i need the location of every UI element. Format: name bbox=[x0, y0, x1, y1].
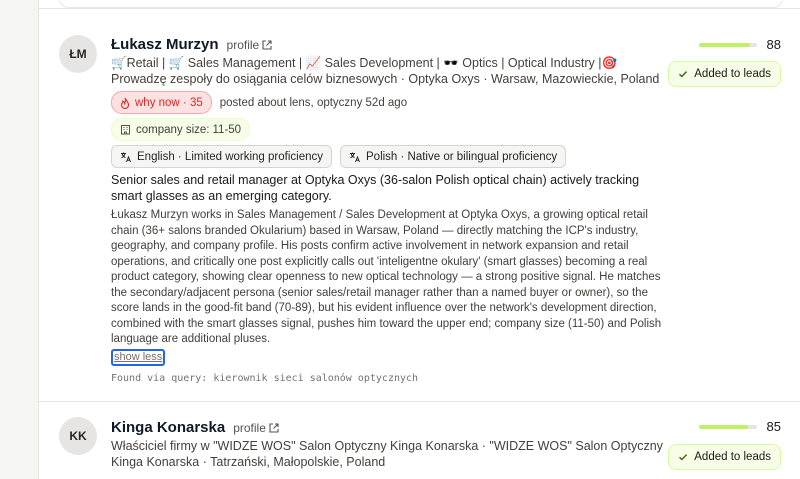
found-via-label: Found via query: bbox=[111, 373, 208, 384]
lead-name: Łukasz Murzyn bbox=[111, 36, 219, 53]
profile-link-label: profile bbox=[233, 421, 266, 435]
company-size-label: company size: bbox=[136, 123, 210, 136]
score-value: 88 bbox=[766, 37, 781, 52]
lead-headline: 🛒Retail | 🛒 Sales Management | 📈 Sales D… bbox=[111, 56, 660, 86]
show-less-button[interactable]: show less bbox=[111, 349, 166, 366]
language-label: English · Limited working proficiency bbox=[137, 150, 323, 163]
flame-icon bbox=[120, 97, 130, 109]
lead-headline: Właściciel firmy w "WIDZE WOS" Salon Opt… bbox=[111, 439, 663, 469]
check-icon bbox=[678, 69, 688, 79]
score-bar bbox=[698, 42, 757, 47]
languages-row: English · Limited working proficiency Po… bbox=[111, 145, 567, 168]
check-icon bbox=[678, 452, 688, 462]
why-now-badge[interactable]: why now · 35 bbox=[111, 91, 212, 114]
external-link-icon bbox=[262, 40, 272, 50]
external-link-icon bbox=[269, 423, 279, 433]
why-now-label: why now · 35 bbox=[135, 96, 203, 109]
added-to-leads-label: Added to leads bbox=[694, 451, 771, 463]
leads-panel: ŁM Łukasz Murzyn profile 🛒Retail | 🛒 Sal… bbox=[38, 0, 800, 479]
found-query: kierownik sieci salonów optycznych bbox=[213, 373, 419, 384]
language-label: Polish · Native or bilingual proficiency bbox=[366, 150, 558, 163]
added-to-leads-button[interactable]: Added to leads bbox=[668, 61, 781, 87]
lead-card: ŁM Łukasz Murzyn profile 🛒Retail | 🛒 Sal… bbox=[39, 8, 800, 401]
language-badge: Polish · Native or bilingual proficiency bbox=[340, 145, 567, 168]
signal-row: why now · 35 posted about lens, optyczny… bbox=[111, 91, 407, 114]
score-value: 85 bbox=[766, 419, 781, 434]
lead-name-row: Łukasz Murzyn profile bbox=[111, 36, 272, 53]
avatar: KK bbox=[59, 417, 97, 455]
score-bar bbox=[698, 424, 757, 429]
score: 85 bbox=[698, 419, 781, 434]
lead-card: KK Kinga Konarska profile Właściciel fir… bbox=[39, 401, 800, 479]
score-fill bbox=[698, 42, 750, 47]
avatar: ŁM bbox=[59, 35, 97, 73]
company-size-row: company size: 11-50 bbox=[111, 118, 251, 141]
language-badge: English · Limited working proficiency bbox=[111, 145, 332, 168]
profile-link[interactable]: profile bbox=[227, 38, 273, 52]
found-via-query: Found via query: kierownik sieci salonów… bbox=[111, 373, 418, 384]
building-icon bbox=[120, 124, 131, 135]
score-fill bbox=[698, 424, 748, 429]
lead-detail: Łukasz Murzyn works in Sales Management … bbox=[111, 209, 662, 345]
company-size-value: 11-50 bbox=[212, 123, 242, 136]
added-to-leads-button[interactable]: Added to leads bbox=[668, 444, 781, 470]
company-size-badge: company size: 11-50 bbox=[111, 118, 251, 141]
profile-link[interactable]: profile bbox=[233, 421, 279, 435]
lead-summary: Senior sales and retail manager at Optyk… bbox=[111, 173, 640, 203]
added-to-leads-label: Added to leads bbox=[694, 68, 771, 80]
translate-icon bbox=[349, 151, 361, 163]
lead-name: Kinga Konarska bbox=[111, 419, 226, 436]
score: 88 bbox=[698, 37, 781, 52]
posted-text: posted about lens, optyczny 52d ago bbox=[219, 96, 408, 109]
lead-name-row: Kinga Konarska profile bbox=[111, 419, 279, 436]
profile-link-label: profile bbox=[226, 38, 260, 52]
search-input[interactable] bbox=[59, 0, 783, 8]
translate-icon bbox=[120, 151, 132, 163]
